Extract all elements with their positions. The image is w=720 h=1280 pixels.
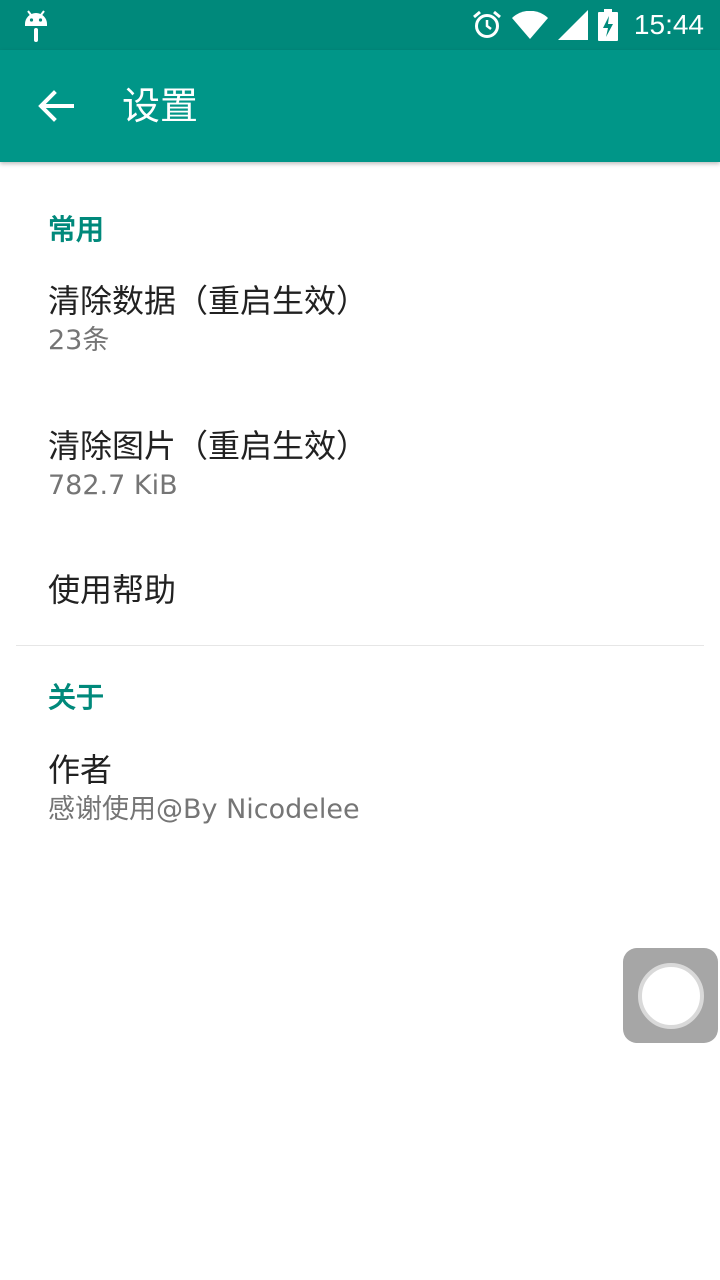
assistive-touch-button[interactable] [623,948,718,1043]
wifi-icon [511,11,548,39]
category-header-common: 常用 [48,213,105,246]
pref-help[interactable]: 使用帮助 [0,568,720,612]
pref-title: 作者 [48,751,113,789]
pref-summary: 23条 [48,325,110,356]
alarm-icon [472,10,501,38]
pref-clear-data[interactable]: 清除数据（重启生效） 23条 [0,279,720,359]
status-bar: 15:44 [0,0,720,50]
section-divider [16,645,704,646]
pref-clear-images[interactable]: 清除图片（重启生效） 782.7 KiB [0,424,720,504]
android-debug-icon [25,10,47,42]
back-arrow-icon [38,90,74,122]
category-header-about: 关于 [48,681,105,714]
cell-signal-icon [557,10,588,40]
back-button[interactable] [24,78,88,134]
pref-title: 清除数据（重启生效） [48,282,369,320]
status-time: 15:44 [633,9,704,40]
pref-title: 使用帮助 [48,571,177,609]
pref-title: 清除图片（重启生效） [48,427,369,465]
circle-icon [637,962,704,1029]
pref-summary: 感谢使用@By Nicodelee [48,794,360,825]
pref-author[interactable]: 作者 感谢使用@By Nicodelee [0,748,720,828]
pref-summary: 782.7 KiB [48,470,178,501]
page-title: 设置 [122,84,199,128]
battery-charging-icon [597,9,618,41]
app-bar: 设置 [0,50,720,162]
